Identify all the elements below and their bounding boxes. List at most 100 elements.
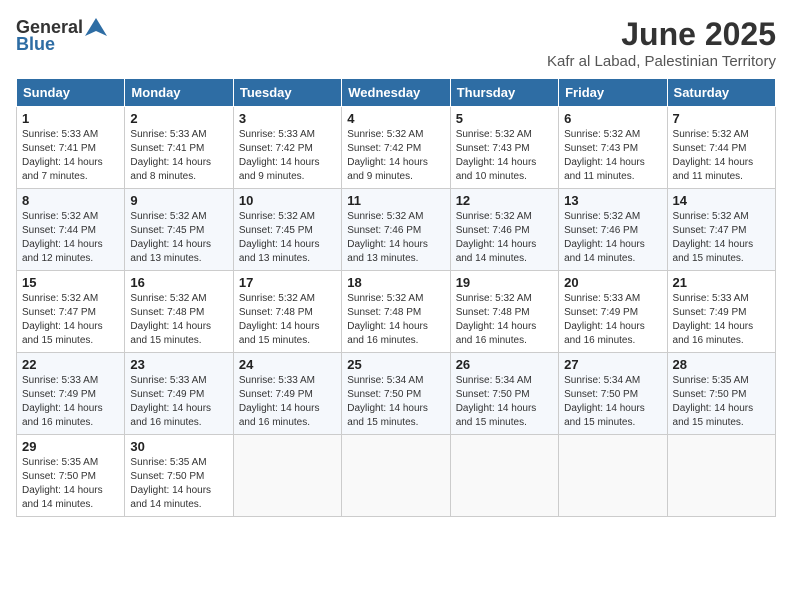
calendar-cell: 27Sunrise: 5:34 AMSunset: 7:50 PMDayligh… (559, 353, 667, 435)
day-info: Sunrise: 5:32 AMSunset: 7:42 PMDaylight:… (347, 128, 444, 184)
day-info: Sunrise: 5:32 AMSunset: 7:48 PMDaylight:… (239, 292, 336, 348)
calendar-cell: 6 Sunrise: 5:32 AMSunset: 7:43 PMDaylight… (559, 107, 667, 189)
calendar-cell: 17 Sunrise: 5:32 AMSunset: 7:48 PMDayligh… (233, 271, 341, 353)
logo: General Blue (16, 16, 107, 55)
calendar-cell: 4 Sunrise: 5:32 AMSunset: 7:42 PMDaylight… (342, 107, 450, 189)
calendar-cell: 23Sunrise: 5:33 AMSunset: 7:49 PMDayligh… (125, 353, 233, 435)
calendar-cell: 16 Sunrise: 5:32 AMSunset: 7:48 PMDayligh… (125, 271, 233, 353)
header-thursday: Thursday (450, 79, 558, 107)
calendar-cell: 7Sunrise: 5:32 AMSunset: 7:44 PMDaylight… (667, 107, 775, 189)
day-number: 23 (130, 357, 227, 372)
day-info: Sunrise: 5:35 AMSunset: 7:50 PMDaylight:… (673, 374, 770, 430)
page-header: General Blue June 2025 Kafr al Labad, Pa… (16, 16, 776, 70)
day-number: 22 (22, 357, 119, 372)
logo-bird-icon (85, 16, 107, 38)
day-info: Sunrise: 5:32 AMSunset: 7:46 PMDaylight:… (564, 210, 661, 266)
header-friday: Friday (559, 79, 667, 107)
calendar-week-row: 1 Sunrise: 5:33 AMSunset: 7:41 PMDaylight… (17, 107, 776, 189)
day-info: Sunrise: 5:32 AMSunset: 7:43 PMDaylight:… (564, 128, 661, 184)
day-number: 20 (564, 275, 661, 290)
day-info: Sunrise: 5:32 AMSunset: 7:44 PMDaylight:… (22, 210, 119, 266)
day-number: 21 (673, 275, 770, 290)
header-wednesday: Wednesday (342, 79, 450, 107)
day-number: 16 (130, 275, 227, 290)
calendar-cell (233, 435, 341, 517)
day-info: Sunrise: 5:32 AMSunset: 7:45 PMDaylight:… (130, 210, 227, 266)
day-number: 14 (673, 193, 770, 208)
day-number: 30 (130, 439, 227, 454)
calendar-cell: 25 Sunrise: 5:34 AMSunset: 7:50 PMDayligh… (342, 353, 450, 435)
day-info: Sunrise: 5:32 AMSunset: 7:46 PMDaylight:… (456, 210, 553, 266)
calendar-cell: 14 Sunrise: 5:32 AMSunset: 7:47 PMDayligh… (667, 189, 775, 271)
calendar-cell: 12 Sunrise: 5:32 AMSunset: 7:46 PMDayligh… (450, 189, 558, 271)
day-number: 8 (22, 193, 119, 208)
calendar-header-row: SundayMondayTuesdayWednesdayThursdayFrid… (17, 79, 776, 107)
header-monday: Monday (125, 79, 233, 107)
calendar-cell: 20 Sunrise: 5:33 AMSunset: 7:49 PMDayligh… (559, 271, 667, 353)
day-number: 1 (22, 111, 119, 126)
day-info: Sunrise: 5:33 AMSunset: 7:41 PMDaylight:… (130, 128, 227, 184)
day-info: Sunrise: 5:34 AMSunset: 7:50 PMDaylight:… (456, 374, 553, 430)
day-info: Sunrise: 5:32 AMSunset: 7:48 PMDaylight:… (130, 292, 227, 348)
day-info: Sunrise: 5:32 AMSunset: 7:48 PMDaylight:… (456, 292, 553, 348)
calendar-week-row: 22 Sunrise: 5:33 AMSunset: 7:49 PMDayligh… (17, 353, 776, 435)
day-number: 26 (456, 357, 553, 372)
day-info: Sunrise: 5:33 AMSunset: 7:49 PMDaylight:… (564, 292, 661, 348)
calendar-cell (450, 435, 558, 517)
day-number: 7 (673, 111, 770, 126)
day-info: Sunrise: 5:35 AMSunset: 7:50 PMDaylight:… (130, 456, 227, 512)
day-info: Sunrise: 5:33 AMSunset: 7:49 PMDaylight:… (239, 374, 336, 430)
day-number: 3 (239, 111, 336, 126)
day-info: Sunrise: 5:33 AMSunset: 7:42 PMDaylight:… (239, 128, 336, 184)
location-title: Kafr al Labad, Palestinian Territory (547, 53, 776, 70)
calendar-cell: 22Sunrise: 5:33 AMSunset: 7:49 PMDayligh… (17, 353, 125, 435)
calendar-cell: 2 Sunrise: 5:33 AMSunset: 7:41 PMDaylight… (125, 107, 233, 189)
calendar-cell (559, 435, 667, 517)
calendar-cell: 26 Sunrise: 5:34 AMSunset: 7:50 PMDayligh… (450, 353, 558, 435)
day-number: 4 (347, 111, 444, 126)
day-number: 5 (456, 111, 553, 126)
calendar-cell: 1Sunrise: 5:33 AMSunset: 7:41 PMDaylight… (17, 107, 125, 189)
day-info: Sunrise: 5:34 AMSunset: 7:50 PMDaylight:… (347, 374, 444, 430)
day-number: 29 (22, 439, 119, 454)
calendar-title-area: June 2025 Kafr al Labad, Palestinian Ter… (547, 16, 776, 70)
calendar-cell: 29Sunrise: 5:35 AMSunset: 7:50 PMDayligh… (17, 435, 125, 517)
day-number: 18 (347, 275, 444, 290)
logo-blue-text: Blue (16, 34, 55, 55)
calendar-cell: 5 Sunrise: 5:32 AMSunset: 7:43 PMDaylight… (450, 107, 558, 189)
calendar-cell: 11 Sunrise: 5:32 AMSunset: 7:46 PMDayligh… (342, 189, 450, 271)
day-info: Sunrise: 5:32 AMSunset: 7:47 PMDaylight:… (673, 210, 770, 266)
day-info: Sunrise: 5:34 AMSunset: 7:50 PMDaylight:… (564, 374, 661, 430)
day-info: Sunrise: 5:33 AMSunset: 7:49 PMDaylight:… (673, 292, 770, 348)
calendar-cell: 3 Sunrise: 5:33 AMSunset: 7:42 PMDaylight… (233, 107, 341, 189)
day-number: 28 (673, 357, 770, 372)
calendar-cell: 19 Sunrise: 5:32 AMSunset: 7:48 PMDayligh… (450, 271, 558, 353)
day-info: Sunrise: 5:32 AMSunset: 7:43 PMDaylight:… (456, 128, 553, 184)
calendar-table: SundayMondayTuesdayWednesdayThursdayFrid… (16, 78, 776, 517)
calendar-cell: 30 Sunrise: 5:35 AMSunset: 7:50 PMDayligh… (125, 435, 233, 517)
calendar-cell (342, 435, 450, 517)
day-number: 24 (239, 357, 336, 372)
header-sunday: Sunday (17, 79, 125, 107)
day-number: 12 (456, 193, 553, 208)
header-saturday: Saturday (667, 79, 775, 107)
day-info: Sunrise: 5:32 AMSunset: 7:48 PMDaylight:… (347, 292, 444, 348)
header-tuesday: Tuesday (233, 79, 341, 107)
day-number: 9 (130, 193, 227, 208)
calendar-cell: 21 Sunrise: 5:33 AMSunset: 7:49 PMDayligh… (667, 271, 775, 353)
calendar-week-row: 29 Sunrise: 5:35 AMSunset: 7:50 PMDayligh… (17, 435, 776, 517)
month-title: June 2025 (547, 16, 776, 53)
day-number: 11 (347, 193, 444, 208)
day-number: 25 (347, 357, 444, 372)
calendar-cell: 18 Sunrise: 5:32 AMSunset: 7:48 PMDayligh… (342, 271, 450, 353)
day-number: 13 (564, 193, 661, 208)
day-number: 10 (239, 193, 336, 208)
day-number: 2 (130, 111, 227, 126)
calendar-week-row: 8 Sunrise: 5:32 AMSunset: 7:44 PMDaylight… (17, 189, 776, 271)
day-info: Sunrise: 5:32 AMSunset: 7:46 PMDaylight:… (347, 210, 444, 266)
day-number: 17 (239, 275, 336, 290)
day-number: 6 (564, 111, 661, 126)
calendar-cell: 10Sunrise: 5:32 AMSunset: 7:45 PMDayligh… (233, 189, 341, 271)
calendar-cell (667, 435, 775, 517)
day-number: 19 (456, 275, 553, 290)
